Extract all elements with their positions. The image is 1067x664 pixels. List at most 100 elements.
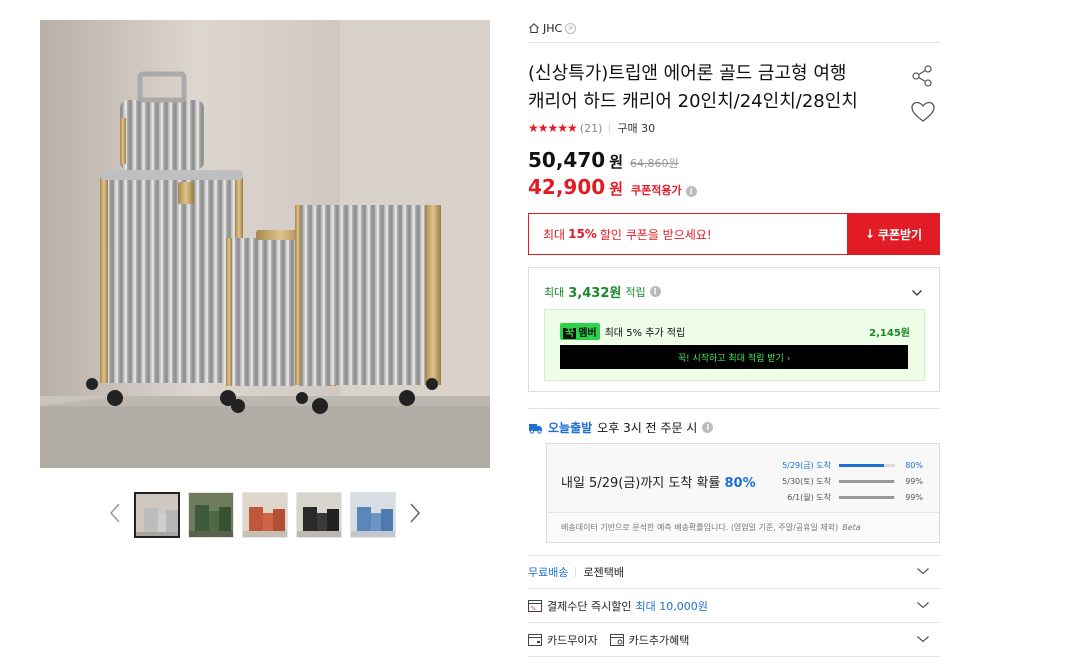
delivery-divider-v	[575, 566, 577, 577]
thumbnail-green[interactable]	[188, 492, 234, 538]
membership-join-button[interactable]: 꾹! 시작하고 최대 적립 받기 ›	[560, 345, 908, 369]
thumbnail-silver[interactable]	[134, 492, 180, 538]
card-benefit-icon	[609, 633, 624, 646]
points-info-icon[interactable]: i	[649, 286, 661, 297]
luggage-photo-illustration	[40, 20, 490, 468]
forecast-bar-fill	[839, 463, 884, 467]
sale-price: 50,470	[528, 148, 606, 172]
coupon-message: 최대 15% 할인 쿠폰을 받으세요!	[528, 213, 847, 255]
product-title: (신상특가)트립앤 에어론 골드 금고형 여행 캐리어 하드 캐리어 20인치/…	[528, 60, 898, 116]
thumbnail-strip	[108, 490, 428, 540]
delivery-forecast-rows: 5/29(금) 도착 80% 5/30(토) 도착 99% 6/1(월) 도착 …	[753, 457, 923, 505]
card-icon	[528, 633, 542, 646]
thumbnail-black[interactable]	[296, 492, 342, 538]
coupon-msg-post: 할인 쿠폰을 받으세요!	[599, 227, 712, 242]
wishlist-button[interactable]	[910, 100, 936, 128]
payment-discount-row[interactable]: % 결제수단 즉시할인 최대 10,000원	[528, 589, 940, 623]
original-price: 64,860원	[630, 157, 679, 170]
delivery-toggle[interactable]	[916, 565, 930, 578]
heart-icon	[911, 101, 935, 122]
points-amount: 3,432원	[568, 286, 622, 301]
share-button[interactable]	[910, 64, 934, 92]
thumbnail-silver-image	[136, 494, 178, 536]
forecast-bar	[839, 495, 895, 499]
forecast-row: 6/1(월) 도착 99%	[753, 489, 923, 505]
coupon-price: 42,900	[528, 175, 606, 199]
brand-link[interactable]: JHC >	[528, 18, 577, 38]
free-shipping-label: 무료배송	[528, 565, 569, 579]
delivery-info-row[interactable]: 무료배송 로젠택배	[528, 555, 940, 589]
share-icon	[912, 65, 932, 87]
next-image-arrow[interactable]	[408, 502, 428, 526]
forecast-pct: 80%	[905, 460, 923, 470]
forecast-date: 5/29(금) 도착	[782, 460, 831, 470]
forecast-bar-fill	[839, 479, 895, 483]
brand-divider	[528, 42, 940, 43]
delivery-forecast-main: 내일 5/29(금)까지 도착 확률 80%	[561, 472, 756, 491]
thumbnail-blue[interactable]	[350, 492, 396, 538]
delivery-forecast-pct: 80%	[724, 476, 756, 491]
prev-image-arrow[interactable]	[108, 502, 128, 526]
chevron-down-icon	[917, 636, 929, 643]
coupon-msg-pre: 최대	[543, 227, 566, 242]
membership-amount: 2,145원	[869, 328, 910, 339]
today-shipping-desc: 오후 3시 전 주문 시	[597, 421, 698, 435]
svg-text:%: %	[531, 606, 536, 612]
coupon-price-label: 쿠폰적용가	[631, 184, 682, 197]
points-pre: 최대	[544, 285, 565, 299]
brand-name: JHC	[543, 21, 563, 35]
chevron-down-icon	[917, 568, 929, 575]
membership-badge-k: 꾹	[563, 328, 577, 339]
forecast-bar-fill	[839, 495, 895, 499]
forecast-date: 5/30(토) 도착	[782, 476, 831, 486]
points-post: 적립	[625, 285, 646, 299]
points-summary: 최대 3,432원 적립 i	[544, 282, 661, 301]
delivery-forecast-text: 내일 5/29(금)까지 도착 확률	[561, 476, 721, 491]
review-count-link[interactable]: (21)	[580, 122, 603, 135]
sale-price-row: 50,470 원 64,860원	[528, 148, 679, 172]
thumbnail-black-image	[297, 493, 341, 537]
forecast-date: 6/1(월) 도착	[787, 492, 831, 502]
coupon-banner: 최대 15% 할인 쿠폰을 받으세요! ↓ 쿠폰받기	[528, 213, 940, 255]
forecast-note-text: 배송데이터 기반으로 분석한 예측 배송확률입니다. (영업일 기준, 주말/공…	[561, 523, 839, 532]
shipping-info-icon[interactable]: i	[702, 422, 714, 433]
card-toggle[interactable]	[916, 633, 930, 646]
thumbnail-blue-image	[351, 493, 395, 537]
thumbnail-orange-image	[243, 493, 287, 537]
forecast-pct: 99%	[905, 492, 923, 502]
beta-label: Beta	[842, 523, 861, 532]
payment-discount-label: 결제수단 즉시할인	[547, 599, 632, 613]
info-icon[interactable]: i	[685, 186, 697, 197]
get-coupon-label: 쿠폰받기	[877, 227, 923, 242]
membership-row: 꾹 멤버 최대 5% 추가 적립 2,145원	[560, 323, 910, 340]
forecast-row: 5/30(토) 도착 99%	[753, 473, 923, 489]
coupon-price-row: 42,900 원 쿠폰적용가 i	[528, 175, 697, 199]
payment-toggle[interactable]	[916, 599, 930, 612]
thumbnail-orange[interactable]	[242, 492, 288, 538]
purchase-count: 구매 30	[617, 122, 656, 135]
forecast-bar	[839, 463, 895, 467]
extra-benefit-label: 카드추가혜택	[628, 633, 690, 647]
home-icon	[529, 23, 539, 33]
thumbnail-green-image	[189, 493, 233, 537]
points-toggle[interactable]	[911, 282, 923, 301]
chevron-right-icon	[410, 503, 421, 523]
get-coupon-button[interactable]: ↓ 쿠폰받기	[847, 213, 940, 255]
card-benefit-row[interactable]: 카드무이자 카드추가혜택	[528, 623, 940, 657]
product-title-line2: 캐리어 하드 캐리어 20인치/24인치/28인치	[528, 91, 858, 112]
delivery-forecast-box: 내일 5/29(금)까지 도착 확률 80% 5/29(금) 도착 80% 5/…	[546, 443, 940, 543]
membership-badge-label: 멤버	[578, 328, 597, 339]
membership-badge: 꾹 멤버	[560, 323, 600, 340]
forecast-bar	[839, 479, 895, 483]
chevron-left-icon	[109, 503, 120, 523]
coupon-price-unit: 원	[609, 180, 623, 198]
payment-discount-amount: 최대 10,000원	[635, 599, 708, 613]
rating-divider	[609, 123, 611, 133]
sale-price-unit: 원	[609, 153, 623, 171]
download-icon: ↓	[864, 227, 875, 241]
carrier-name: 로젠택배	[583, 565, 624, 579]
today-shipping-label: 오늘출발	[548, 421, 593, 435]
product-title-line1: (신상특가)트립앤 에어론 골드 금고형 여행	[528, 63, 847, 84]
main-product-image[interactable]	[40, 20, 490, 468]
membership-box: 꾹 멤버 최대 5% 추가 적립 2,145원 꾹! 시작하고 최대 적립 받기 …	[544, 309, 925, 381]
